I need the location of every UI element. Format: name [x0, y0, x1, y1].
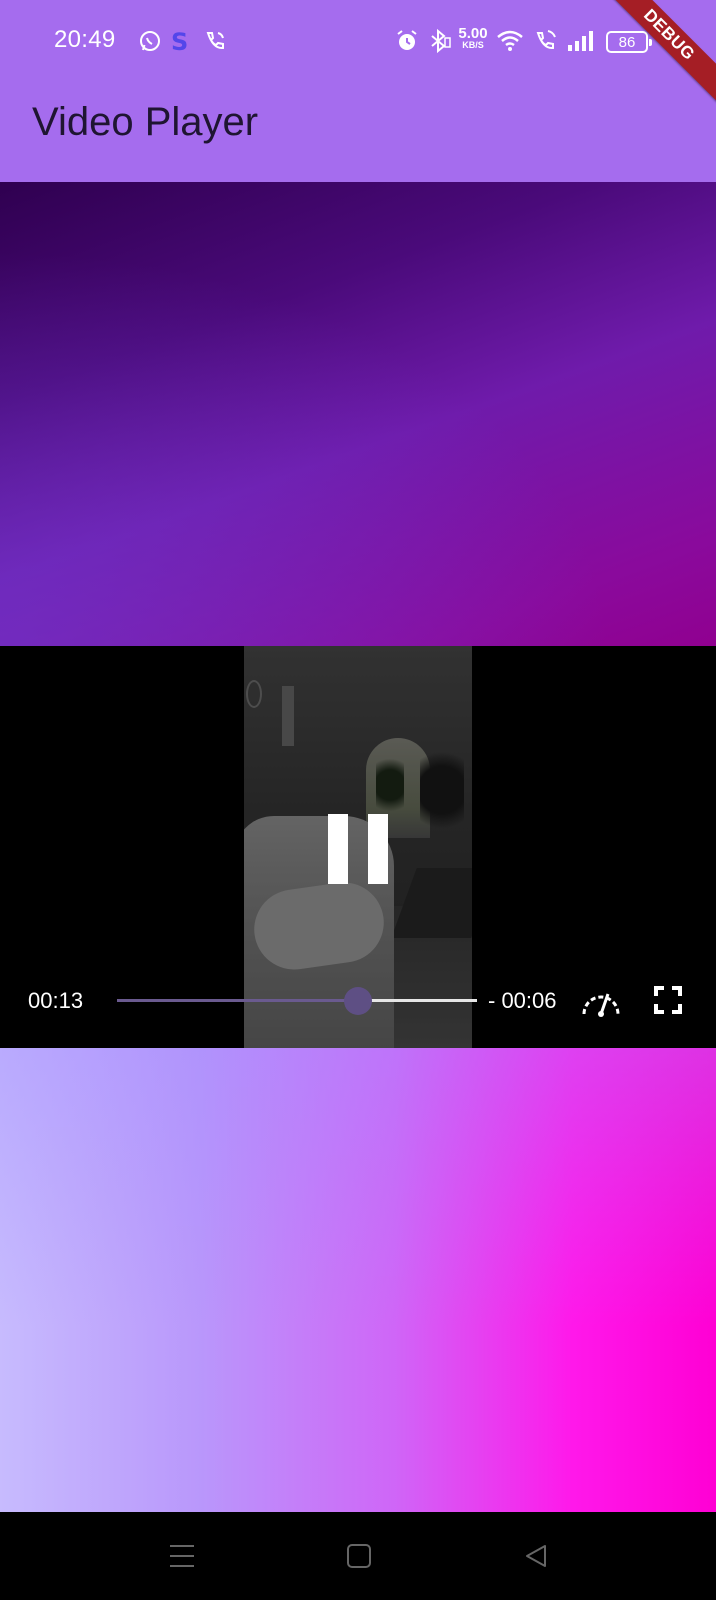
home-icon [347, 1544, 371, 1568]
app-bar: 20:49 S 5.00 KB/S 86 Video Player [0, 0, 716, 182]
network-speed: 5.00 KB/S [456, 26, 490, 50]
home-button[interactable] [337, 1534, 381, 1578]
bluetooth-icon [424, 26, 454, 56]
alarm-icon [392, 26, 422, 56]
seek-played [117, 999, 359, 1002]
menu-icon [170, 1545, 194, 1567]
pause-button[interactable] [328, 814, 390, 884]
playback-speed-button[interactable] [580, 984, 622, 1018]
position-time: 00:13 [28, 988, 84, 1013]
fullscreen-button[interactable] [650, 982, 686, 1018]
page-title: Video Player [32, 100, 259, 144]
seek-thumb[interactable] [344, 987, 373, 1015]
seek-bar[interactable] [117, 980, 477, 1020]
network-speed-value: 5.00 [458, 25, 488, 42]
signal-icon [566, 26, 596, 56]
status-time: 20:49 [54, 26, 116, 53]
s-app-icon: S [165, 26, 195, 56]
wifi-icon [495, 26, 525, 56]
speed-icon [582, 993, 620, 1017]
gradient-panel-top [0, 182, 716, 646]
battery-level: 86 [618, 33, 636, 51]
navigation-bar [0, 1512, 716, 1600]
back-button[interactable] [514, 1534, 558, 1578]
video-controls: 00:13 - 00:06 [0, 976, 716, 1026]
whatsapp-icon [135, 26, 165, 56]
network-speed-unit: KB/S [462, 40, 484, 50]
gradient-panel-bottom [0, 1048, 716, 1512]
svg-text:S: S [171, 28, 188, 54]
recent-apps-button[interactable] [160, 1534, 204, 1578]
wifi-calling-icon [200, 26, 230, 56]
status-bar: 20:49 S 5.00 KB/S 86 [0, 0, 716, 82]
fullscreen-icon [654, 986, 682, 1014]
wifi-call-icon [531, 26, 561, 56]
remaining-time: - 00:06 [488, 988, 557, 1013]
back-icon [526, 1545, 546, 1567]
battery-icon: 86 [606, 31, 652, 53]
